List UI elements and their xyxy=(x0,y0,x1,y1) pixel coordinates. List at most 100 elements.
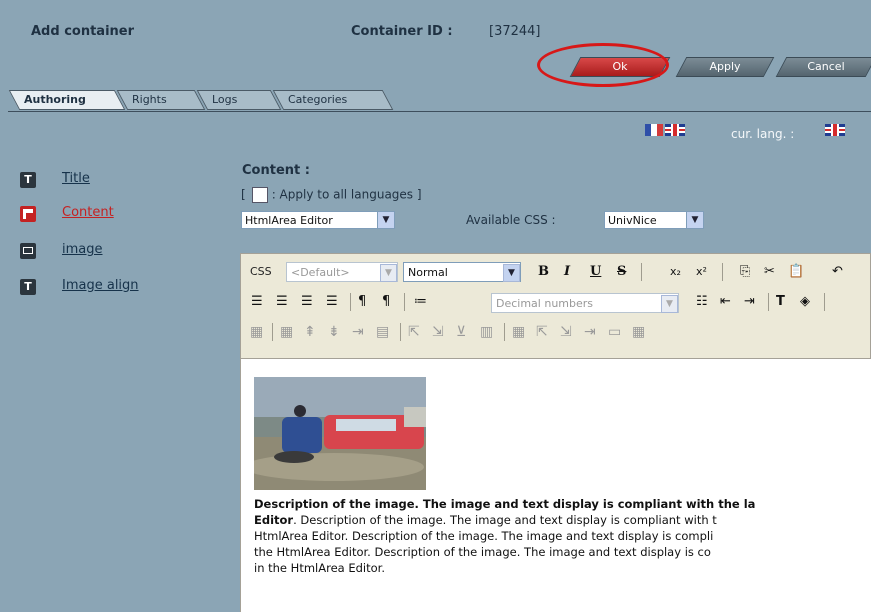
format-select-value: Normal xyxy=(408,266,448,279)
toolbar-separator xyxy=(824,293,825,311)
subscript-icon[interactable]: x₂ xyxy=(670,264,681,280)
split-column-icon[interactable]: ▥ xyxy=(480,324,493,340)
image-icon xyxy=(20,243,36,259)
text-color-icon[interactable]: T xyxy=(776,294,785,310)
split-cell-icon[interactable]: ▦ xyxy=(632,324,645,340)
tab-authoring[interactable]: Authoring xyxy=(8,90,126,110)
copy-icon[interactable]: ⎘ xyxy=(740,264,750,280)
text-icon: T xyxy=(20,172,36,188)
description-line: in the HtmlArea Editor. xyxy=(254,561,385,575)
insert-row-before-icon[interactable]: ⇞ xyxy=(304,324,316,340)
toolbar-separator xyxy=(272,323,273,341)
table-properties-icon[interactable]: ▦ xyxy=(250,324,263,340)
chevron-down-icon: ▼ xyxy=(503,264,520,282)
english-flag-icon[interactable] xyxy=(665,124,685,136)
tab-label: Authoring xyxy=(24,93,86,106)
underline-icon[interactable]: U xyxy=(590,264,601,280)
editor-select[interactable]: HtmlArea Editor ▼ xyxy=(241,211,395,229)
css-select[interactable]: UnivNice ▼ xyxy=(604,211,704,229)
description-line-bold: Editor xyxy=(254,513,294,527)
list-style-value: Decimal numbers xyxy=(496,297,594,310)
description-line: the HtmlArea Editor. Description of the … xyxy=(254,545,711,559)
insert-cell-before-icon[interactable]: ⇱ xyxy=(536,324,548,340)
unordered-list-icon[interactable]: ☷ xyxy=(696,294,708,310)
container-id-label: Container ID : xyxy=(351,24,453,39)
insert-cell-after-icon[interactable]: ⇲ xyxy=(560,324,572,340)
nav-link-image-align[interactable]: Image align xyxy=(62,278,139,293)
apply-all-label: : Apply to all languages xyxy=(271,187,414,202)
nav-link-title[interactable]: Title xyxy=(62,171,90,186)
tab-rights[interactable]: Rights xyxy=(116,90,206,110)
apply-all-row: [: Apply to all languages ] xyxy=(241,187,422,203)
justify-icon[interactable]: ☰ xyxy=(326,294,338,310)
delete-column-icon[interactable]: ⊻ xyxy=(456,324,466,340)
current-language-flag-icon xyxy=(825,124,845,136)
toolbar-separator xyxy=(504,323,505,341)
highlight-ring xyxy=(537,43,669,87)
nav-link-image[interactable]: image xyxy=(62,242,103,257)
chevron-down-icon: ▼ xyxy=(661,295,678,313)
content-label: Content : xyxy=(242,163,310,178)
align-right-icon[interactable]: ☰ xyxy=(301,294,313,310)
undo-icon[interactable]: ↶ xyxy=(832,264,843,280)
chevron-down-icon: ▼ xyxy=(380,264,397,282)
toolbar-separator xyxy=(404,293,405,311)
rtl-icon[interactable]: ¶ xyxy=(382,294,390,310)
paste-icon[interactable]: 📋 xyxy=(788,264,804,280)
tab-label: Rights xyxy=(132,93,167,106)
outdent-icon[interactable]: ⇤ xyxy=(720,294,731,310)
toolbar-separator xyxy=(400,323,401,341)
italic-icon[interactable]: I xyxy=(564,264,570,280)
split-row-icon[interactable]: ▤ xyxy=(376,324,389,340)
toolbar-css-label: CSS xyxy=(250,265,272,278)
apply-button-label: Apply xyxy=(709,60,741,73)
insert-column-after-icon[interactable]: ⇲ xyxy=(432,324,444,340)
list-style-select[interactable]: Decimal numbers ▼ xyxy=(491,293,679,313)
toolbar-separator xyxy=(641,263,642,281)
tab-label: Categories xyxy=(288,93,348,106)
page-title: Add container xyxy=(31,24,135,39)
style-select-value: <Default> xyxy=(291,266,350,279)
content-icon xyxy=(20,206,36,222)
toolbar-separator xyxy=(722,263,723,281)
toolbar-separator xyxy=(350,293,351,311)
description-line: . Description of the image. The image an… xyxy=(293,513,717,527)
css-select-value: UnivNice xyxy=(608,214,657,227)
ordered-list-icon[interactable]: ≔ xyxy=(414,294,427,310)
format-select[interactable]: Normal ▼ xyxy=(403,262,521,282)
insert-column-before-icon[interactable]: ⇱ xyxy=(408,324,420,340)
apply-button[interactable]: Apply xyxy=(675,57,775,77)
insert-row-after-icon[interactable]: ⇟ xyxy=(328,324,340,340)
align-center-icon[interactable]: ☰ xyxy=(276,294,288,310)
superscript-icon[interactable]: x² xyxy=(696,264,707,280)
indent-icon[interactable]: ⇥ xyxy=(744,294,755,310)
bold-icon[interactable]: B xyxy=(538,264,549,280)
ltr-icon[interactable]: ¶ xyxy=(358,294,366,310)
merge-cells-icon[interactable]: ▭ xyxy=(608,324,621,340)
cut-icon[interactable]: ✂ xyxy=(764,264,775,280)
description-line: Description of the image. The image and … xyxy=(254,497,756,511)
bracket-close: ] xyxy=(416,187,422,202)
delete-row-icon[interactable]: ⇥ xyxy=(352,324,364,340)
toolbar-separator xyxy=(768,293,769,311)
highlight-color-icon[interactable]: ◈ xyxy=(800,294,810,310)
nav-link-content[interactable]: Content xyxy=(62,205,114,220)
current-language-label: cur. lang. : xyxy=(731,127,795,141)
container-id-value: [37244] xyxy=(489,24,541,39)
tab-baseline xyxy=(8,111,871,112)
cell-properties-icon[interactable]: ▦ xyxy=(512,324,525,340)
row-properties-icon[interactable]: ▦ xyxy=(280,324,293,340)
available-css-label: Available CSS : xyxy=(466,213,556,227)
chevron-down-icon: ▼ xyxy=(686,212,703,228)
french-flag-icon[interactable] xyxy=(645,124,663,136)
strikethrough-icon[interactable]: S xyxy=(617,264,626,280)
text-icon: T xyxy=(20,279,36,295)
flood-photo-image xyxy=(254,377,426,490)
cancel-button[interactable]: Cancel xyxy=(775,57,871,77)
style-select[interactable]: <Default> ▼ xyxy=(286,262,398,282)
tab-categories[interactable]: Categories xyxy=(272,90,394,110)
apply-all-checkbox[interactable] xyxy=(251,187,268,203)
tab-logs[interactable]: Logs xyxy=(196,90,282,110)
align-left-icon[interactable]: ☰ xyxy=(251,294,263,310)
delete-cell-icon[interactable]: ⇥ xyxy=(584,324,596,340)
